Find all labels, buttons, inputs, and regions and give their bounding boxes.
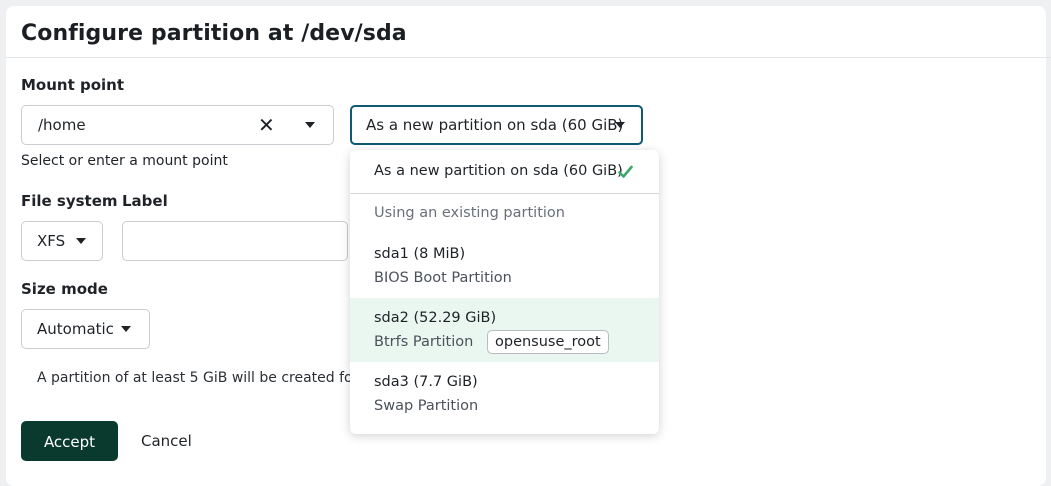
- target-dropdown-menu: As a new partition on sda (60 GiB) Using…: [350, 150, 659, 434]
- mount-point-helper: Select or enter a mount point: [21, 153, 228, 169]
- chevron-down-icon: [121, 326, 131, 332]
- size-mode-value: Automatic: [37, 320, 114, 338]
- cancel-button[interactable]: Cancel: [141, 431, 192, 451]
- menu-item-new-partition[interactable]: As a new partition on sda (60 GiB): [350, 150, 659, 194]
- option-description: Btrfs Partition: [374, 334, 474, 350]
- option-name: sda2 (52.29 GiB): [374, 310, 497, 326]
- clear-icon[interactable]: ✕: [258, 115, 275, 135]
- label-input[interactable]: [122, 221, 348, 261]
- size-mode-info: A partition of at least 5 GiB will be cr…: [37, 370, 353, 386]
- mount-point-input[interactable]: /home ✕: [21, 105, 334, 145]
- file-system-value: XFS: [37, 232, 66, 250]
- dialog-title: Configure partition at /dev/sda: [21, 21, 407, 46]
- menu-item-label: As a new partition on sda (60 GiB): [374, 163, 623, 179]
- label-field-label: Label: [122, 192, 168, 210]
- menu-item-sda2[interactable]: sda2 (52.29 GiB) Btrfs Partition opensus…: [350, 298, 659, 362]
- file-system-label: File system: [21, 192, 118, 210]
- size-mode-select[interactable]: Automatic: [21, 309, 150, 349]
- target-select[interactable]: As a new partition on sda (60 GiB): [350, 105, 643, 145]
- mount-point-value: /home: [38, 116, 86, 134]
- title-divider: [6, 57, 1051, 58]
- size-mode-label: Size mode: [21, 280, 108, 298]
- menu-item-sda3[interactable]: sda3 (7.7 GiB) Swap Partition: [350, 362, 659, 426]
- target-select-value: As a new partition on sda (60 GiB): [366, 116, 624, 134]
- option-description: Swap Partition: [374, 398, 479, 414]
- option-name: sda1 (8 MiB): [374, 246, 466, 262]
- option-description: BIOS Boot Partition: [374, 270, 512, 286]
- menu-divider: [350, 193, 659, 194]
- check-icon: [618, 165, 633, 178]
- partition-label-badge: opensuse_root: [487, 330, 609, 354]
- file-system-select[interactable]: XFS: [21, 221, 103, 261]
- chevron-down-icon: [76, 238, 86, 244]
- accept-button[interactable]: Accept: [21, 421, 118, 461]
- menu-group-label: Using an existing partition: [374, 205, 565, 221]
- chevron-down-icon: [615, 122, 625, 128]
- menu-item-sda1[interactable]: sda1 (8 MiB) BIOS Boot Partition: [350, 234, 659, 298]
- chevron-down-icon[interactable]: [305, 122, 315, 128]
- mount-point-label: Mount point: [21, 76, 125, 94]
- option-name: sda3 (7.7 GiB): [374, 374, 478, 390]
